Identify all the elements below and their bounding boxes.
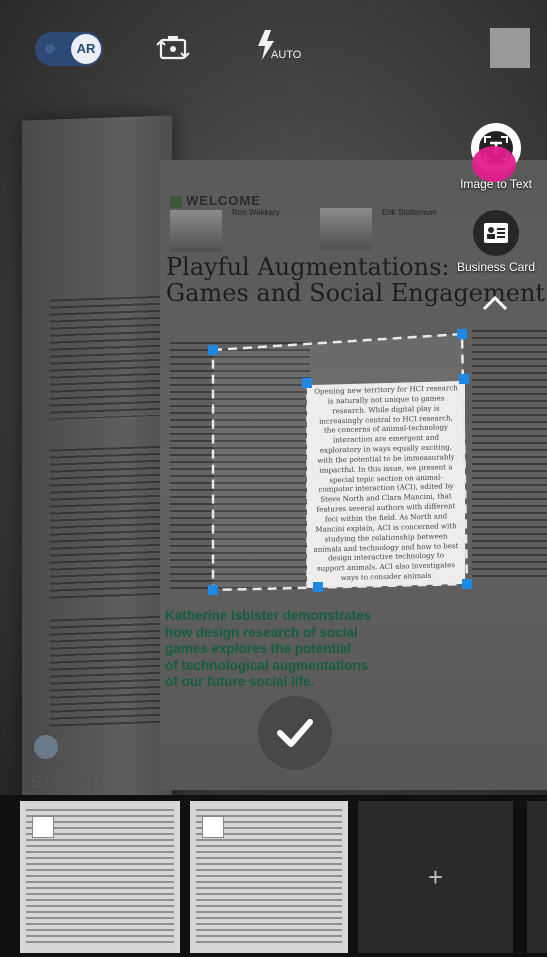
author-photo-left	[170, 210, 222, 252]
touch-indicator	[472, 146, 516, 182]
add-page-button[interactable]: +	[358, 801, 513, 953]
book-left-page	[22, 115, 172, 795]
camera-preview[interactable]: WELCOME Ron Wakkary Erik Stolterman Play…	[0, 0, 547, 795]
detected-text-region: Opening new territory for HCI research i…	[307, 380, 465, 589]
flash-button[interactable]: AUTO	[256, 30, 302, 66]
page-thumbnail[interactable]	[190, 801, 348, 953]
business-card-icon	[473, 210, 519, 256]
gallery-thumbnail[interactable]	[490, 28, 530, 68]
chevron-up-icon[interactable]	[481, 293, 509, 313]
detected-text: Opening new territory for HCI research i…	[313, 383, 459, 583]
page-thumbnail-partial[interactable]	[527, 801, 547, 953]
author-photo-right	[320, 208, 372, 250]
author-name-right: Erik Stolterman	[382, 208, 437, 217]
page-thumbnail[interactable]	[20, 801, 180, 953]
mode-label: Business Card	[456, 260, 536, 274]
page-select-checkbox[interactable]	[32, 816, 54, 838]
pull-quote: Katherine Isbister demonstrates how desi…	[165, 608, 372, 689]
author-name-left: Ron Wakkary	[232, 208, 280, 217]
acm-logo	[34, 735, 58, 759]
captured-pages-strip: +	[0, 795, 547, 957]
camera-toolbar: AR AUTO	[0, 0, 547, 100]
ar-toggle-label: AR	[71, 34, 101, 64]
sigchi-logo: SIGCHI	[30, 772, 105, 792]
flash-mode-label: AUTO	[271, 49, 302, 61]
section-heading: WELCOME	[170, 193, 261, 208]
ar-toggle[interactable]: AR	[35, 32, 103, 66]
checkmark-icon	[277, 719, 313, 747]
toggle-track-dot	[45, 44, 55, 54]
mode-business-card[interactable]: Business Card	[448, 210, 544, 274]
camera-screen: WELCOME Ron Wakkary Erik Stolterman Play…	[0, 0, 547, 957]
page-select-checkbox[interactable]	[202, 816, 224, 838]
rotate-camera-icon[interactable]	[155, 32, 191, 64]
confirm-capture-button[interactable]	[258, 696, 332, 770]
